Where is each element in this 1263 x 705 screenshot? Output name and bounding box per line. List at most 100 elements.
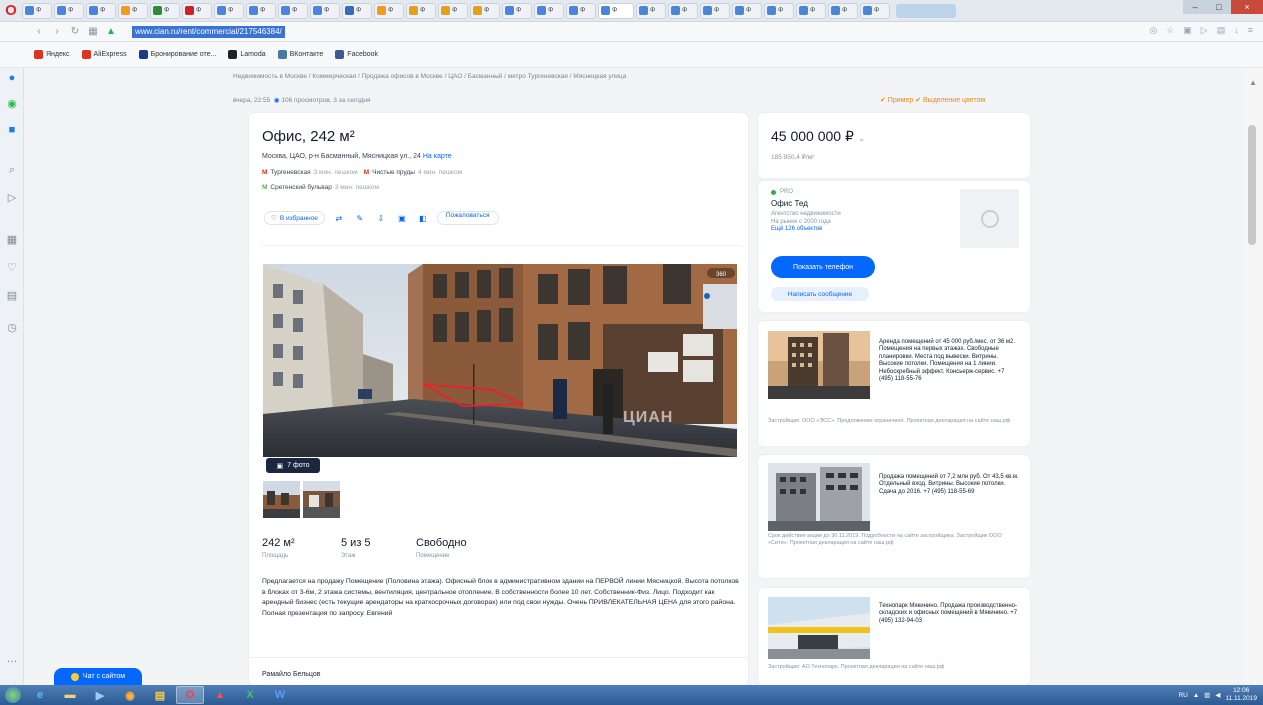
language-indicator[interactable]: RU — [1178, 692, 1187, 699]
browser-tab[interactable]: Ф — [310, 2, 340, 19]
reload-icon[interactable]: ↻ — [70, 26, 80, 37]
more-icon[interactable]: … — [6, 653, 18, 665]
easy-setup-icon[interactable]: ≡ — [1248, 25, 1253, 36]
browser-tab[interactable]: Ф — [598, 2, 634, 19]
agent-name[interactable]: Офис Тед — [771, 199, 808, 208]
scroll-up-icon[interactable]: ▲ — [1249, 78, 1257, 87]
bookmark-item[interactable]: Яндекс — [34, 50, 70, 59]
tabs-grid-icon[interactable]: ▦ — [88, 26, 98, 37]
word-icon[interactable]: W — [266, 686, 294, 704]
search-icon[interactable]: ⌕ — [6, 164, 18, 176]
network-icon[interactable]: ▥ — [1204, 691, 1210, 699]
browser-tab[interactable]: Ф — [732, 2, 762, 19]
bookmark-item[interactable]: AliExpress — [81, 50, 127, 59]
tray-arrow-icon[interactable]: ▲ — [1193, 692, 1199, 699]
breadcrumb[interactable]: Недвижимость в Москве / Коммерческая / П… — [233, 73, 626, 80]
favorite-button[interactable]: ♡ В избранное — [264, 211, 325, 225]
new-tab-button[interactable] — [896, 3, 956, 18]
bookmark-item[interactable]: Facebook — [335, 50, 378, 59]
browser-tab[interactable]: Ф — [182, 2, 212, 19]
browser-tab[interactable]: Ф — [636, 2, 666, 19]
volume-icon[interactable]: ◀ — [1215, 691, 1220, 699]
chat-button[interactable]: Чат с сайтом — [54, 668, 142, 685]
clock-icon[interactable]: ◷ — [6, 322, 18, 334]
browser-tab[interactable]: Ф — [278, 2, 308, 19]
start-button[interactable] — [0, 685, 26, 705]
browser-tab[interactable]: Ф — [406, 2, 436, 19]
browser-tab[interactable]: Ф — [342, 2, 372, 19]
ad-image[interactable] — [768, 597, 870, 659]
messenger-icon[interactable]: ● — [6, 72, 18, 84]
browser-tab[interactable]: Ф — [700, 2, 730, 19]
ad-image[interactable] — [768, 331, 870, 399]
scrollbar-thumb[interactable] — [1248, 125, 1256, 245]
minimize-button[interactable]: – — [1183, 0, 1207, 14]
print-icon[interactable]: ▣ — [395, 211, 409, 225]
opera-menu-button[interactable]: O — [0, 0, 22, 21]
media-player-icon[interactable]: ▶ — [86, 686, 114, 704]
bookmark-item[interactable]: Lamoda — [228, 50, 266, 59]
complain-button[interactable]: Пожаловаться — [436, 211, 499, 225]
browser-tab[interactable]: Ф — [470, 2, 500, 19]
extensions-icon[interactable]: ▤ — [1217, 25, 1226, 36]
opera-taskbar-icon[interactable]: O — [176, 686, 204, 704]
excel-icon[interactable]: X — [236, 686, 264, 704]
internet-explorer-icon[interactable]: e — [26, 686, 54, 704]
listing-photo[interactable]: 360 ЦИАН — [263, 264, 737, 457]
browser-tab[interactable]: Ф — [860, 2, 890, 19]
agent-objects-link[interactable]: Ещё 126 объектов — [771, 226, 881, 234]
flow-icon[interactable]: ▷ — [6, 192, 18, 204]
browser-tab[interactable]: Ф — [828, 2, 858, 19]
browser-tab[interactable]: Ф — [246, 2, 276, 19]
browser-tab[interactable]: Ф — [118, 2, 148, 19]
speed-dial-icon[interactable]: ▦ — [6, 234, 18, 246]
edit-icon[interactable]: ✎ — [353, 211, 367, 225]
vpn-icon[interactable]: ▷ — [1201, 25, 1208, 36]
pdf-reader-icon[interactable]: ▲ — [206, 686, 234, 704]
history-panel-icon[interactable]: ▤ — [6, 290, 18, 302]
browser-tab[interactable]: Ф — [534, 2, 564, 19]
show-phone-button[interactable]: Показать телефон — [771, 256, 875, 278]
metro-station[interactable]: Тургеневская — [270, 169, 310, 176]
browser-tab[interactable]: Ф — [796, 2, 826, 19]
camera-icon[interactable]: ◎ — [1149, 25, 1157, 36]
metro-station[interactable]: Чистые пруды — [372, 169, 415, 176]
compare-icon[interactable]: ⇄ — [332, 211, 346, 225]
browser-tab[interactable]: Ф — [22, 2, 52, 19]
photo-count-badge[interactable]: ▣ 7 фото — [266, 458, 320, 473]
snapshot-icon[interactable]: ▣ — [1183, 25, 1192, 36]
browser-tab[interactable]: Ф — [764, 2, 794, 19]
listing-views[interactable]: 106 просмотров, 3 за сегодня — [281, 97, 370, 104]
photo-thumbnail[interactable] — [263, 481, 300, 518]
write-message-button[interactable]: Написать сообщение — [771, 287, 869, 301]
vk-icon[interactable]: ■ — [6, 124, 18, 136]
price-history-icon[interactable]: ⌄ — [858, 133, 866, 143]
ad-image[interactable] — [768, 463, 870, 531]
map-link[interactable]: На карте — [423, 153, 452, 160]
download-pdf-icon[interactable]: ⇩ — [374, 211, 388, 225]
bookmark-item[interactable]: Бронирование оте... — [138, 50, 216, 59]
browser-tab[interactable]: Ф — [54, 2, 84, 19]
bookmark-item[interactable]: ВКонтакте — [277, 50, 323, 59]
photo-thumbnail[interactable] — [303, 481, 340, 518]
browser-tab[interactable]: Ф — [668, 2, 698, 19]
download-icon[interactable]: ↓ — [1234, 25, 1239, 36]
browser-tab[interactable]: Ф — [566, 2, 596, 19]
clock[interactable]: 12:06 11.11.2019 — [1225, 687, 1257, 703]
url-field[interactable]: www.cian.ru/rent/commercial/217546384/ — [132, 25, 285, 38]
browser-tab[interactable]: Ф — [214, 2, 244, 19]
whatsapp-icon[interactable]: ◉ — [6, 98, 18, 110]
browser-tab[interactable]: Ф — [150, 2, 180, 19]
share-icon[interactable]: ◧ — [416, 211, 430, 225]
browser-tab[interactable]: Ф — [86, 2, 116, 19]
close-window-button[interactable]: × — [1231, 0, 1263, 14]
folder-icon[interactable]: ▤ — [146, 686, 174, 704]
file-explorer-icon[interactable]: ▬ — [56, 686, 84, 704]
bookmark-star-icon[interactable]: ☆ — [1166, 25, 1174, 36]
chrome-icon[interactable]: ◉ — [116, 686, 144, 704]
browser-tab[interactable]: Ф — [502, 2, 532, 19]
metro-station[interactable]: Сретенский бульвар — [270, 184, 331, 191]
back-icon[interactable]: ‹ — [34, 26, 44, 37]
top-links[interactable]: ✔ Пример ✔ Выделение цветом — [880, 96, 985, 104]
browser-tab[interactable]: Ф — [438, 2, 468, 19]
